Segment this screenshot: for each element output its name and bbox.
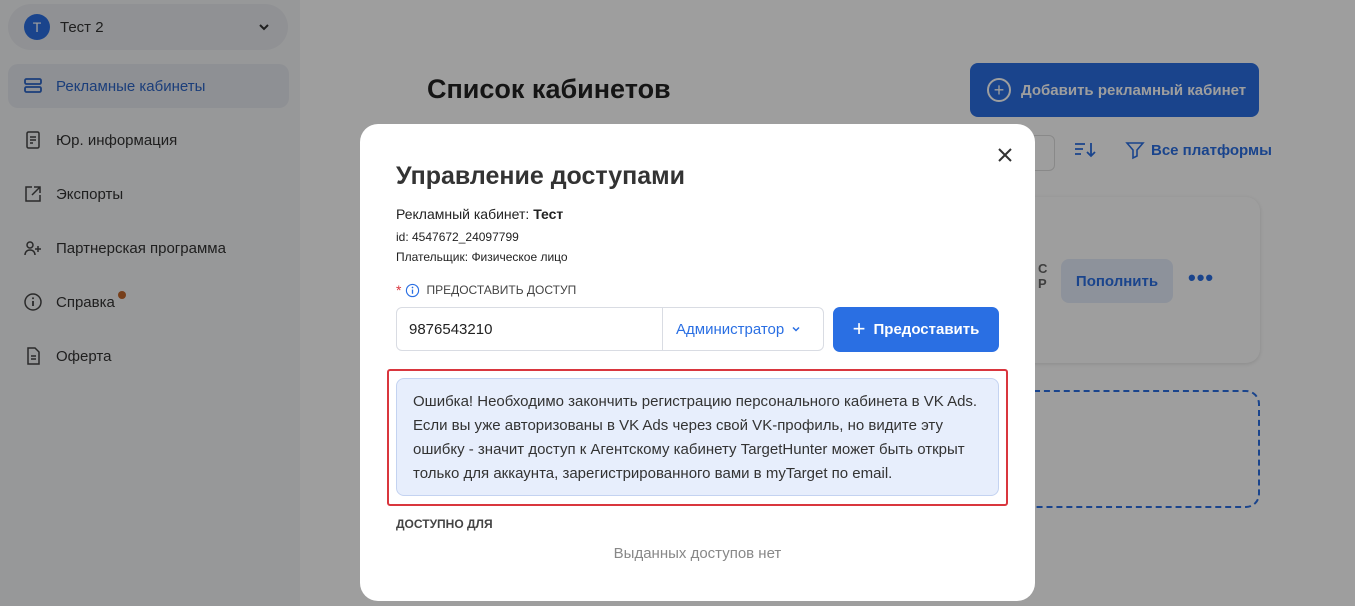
grant-access-label: * Предоставить доступ: [396, 282, 577, 298]
empty-access-text: Выданных доступов нет: [613, 545, 782, 562]
access-modal: Управление доступами Рекламный кабинет: …: [360, 124, 1035, 601]
grant-access-button[interactable]: + Предоставить: [833, 307, 999, 352]
error-message: Ошибка! Необходимо закончить регистрацию…: [396, 378, 999, 496]
grant-access-row: Администратор: [396, 307, 824, 351]
available-for-label: Доступно для: [396, 517, 493, 531]
required-star: *: [396, 282, 402, 298]
user-id-input[interactable]: [397, 308, 662, 350]
chevron-down-icon: [792, 326, 800, 332]
info-icon[interactable]: [405, 283, 420, 298]
modal-title: Управление доступами: [396, 162, 686, 190]
role-select[interactable]: Администратор: [662, 308, 823, 350]
plus-icon: +: [852, 315, 866, 341]
cabinet-id: id: 4547672_24097799: [396, 230, 519, 244]
payer-info: Плательщик: Физическое лицо: [396, 250, 568, 264]
close-icon[interactable]: [996, 146, 1014, 164]
cabinet-info: Рекламный кабинет: Тест: [396, 206, 564, 222]
